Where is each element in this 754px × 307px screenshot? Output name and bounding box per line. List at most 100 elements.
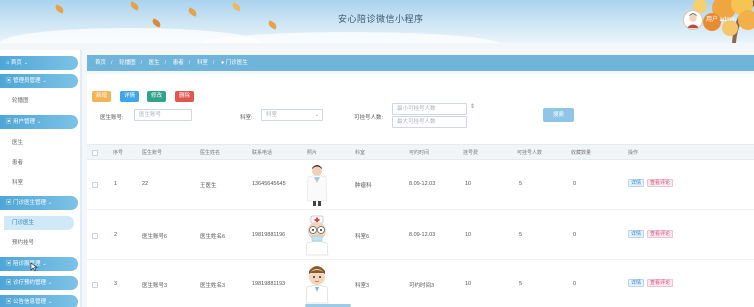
row-review-button[interactable]: 查看评论 — [647, 179, 674, 187]
doctor-photo — [305, 266, 329, 304]
column-header[interactable]: 收藏数量 — [571, 145, 591, 161]
detail-button[interactable]: 详情 — [120, 91, 139, 102]
cell-phone: 19819881196 — [252, 232, 286, 238]
breadcrumb: 首页 / 轮播图 / 医生 / 患者 / 科室 / ● 门诊医生 — [87, 55, 754, 71]
cloud-decoration — [200, 32, 500, 43]
row-checkbox[interactable] — [92, 282, 98, 288]
cell-doctor-no: 医生账号6 — [142, 234, 168, 240]
table-row[interactable]: 2 医生账号6 医生姓名6 19819881196 科室6 8.09-12.03… — [87, 210, 754, 260]
table-header: 序号 医生账号 医生姓名 联系电话 照片 科室 可约时间 挂号费 可挂号人数 收… — [87, 144, 754, 160]
row-detail-button[interactable]: 详情 — [628, 179, 645, 187]
row-checkbox[interactable] — [92, 182, 98, 188]
row-review-button[interactable]: 查看评论 — [647, 230, 674, 238]
leaf-decoration — [129, 1, 140, 11]
chevron-down-icon: ⌄ — [48, 200, 53, 206]
chevron-down-icon: ⌄ — [48, 280, 53, 286]
chevron-down-icon: ⌄ — [42, 78, 47, 84]
department-select[interactable]: 科室 ⌄ — [261, 109, 323, 121]
cell-quota: 5 — [519, 232, 523, 238]
cell-phone: 13645645645 — [252, 181, 286, 187]
escort-icon: ▣ — [6, 261, 14, 267]
breadcrumb-item[interactable]: 轮播图 — [119, 60, 136, 66]
admin-icon: ▣ — [6, 78, 14, 84]
sidebar-item-outpatient-mgmt[interactable]: ▣ 门诊医生管理 ⌄ — [0, 196, 78, 210]
table-row[interactable]: 3 医生账号3 医生姓名3 19819881193 科室3 可约时间3 10 5… — [87, 260, 754, 307]
quota-min-input[interactable]: 最小可挂号人数 — [392, 103, 467, 115]
row-detail-button[interactable]: 详情 — [628, 230, 645, 238]
row-detail-button[interactable]: 详情 — [628, 279, 645, 287]
sidebar: ⌂ 首页 ⌄ ▣ 管理员管理 ⌄ 轮播图 ▣ 用户管理 ⌄ 医生 患者 科室 ▣ 门诊… — [0, 50, 82, 307]
breadcrumb-current[interactable]: ● 门诊医生 — [221, 60, 253, 66]
mouse-cursor-icon — [30, 262, 38, 272]
doctor-photo — [305, 215, 329, 256]
user-avatar[interactable] — [683, 10, 703, 30]
cell-doctor-no: 22 — [142, 181, 149, 187]
leaf-decoration — [187, 7, 198, 17]
column-header[interactable]: 可挂号人数 — [517, 145, 542, 161]
treatment-icon: ▣ — [6, 280, 14, 286]
leaf-decoration — [151, 18, 162, 28]
cell-fee: 10 — [465, 232, 472, 238]
column-header[interactable]: 序号 — [113, 145, 123, 161]
sidebar-divider — [80, 50, 82, 307]
notice-icon: ▣ — [6, 299, 14, 305]
quota-max-input[interactable]: 最大可挂号人数 — [392, 116, 467, 128]
cell-favorites: 0 — [573, 281, 577, 287]
sidebar-item-carousel[interactable]: 轮播图 — [12, 95, 29, 107]
chevron-down-icon: ⌄ — [23, 60, 29, 66]
cell-fee: 10 — [465, 281, 472, 287]
search-button[interactable]: 搜索 — [543, 108, 574, 122]
quota-label: 可挂号人数: — [354, 115, 384, 121]
doctor-photo — [306, 165, 328, 206]
breadcrumb-item[interactable]: 首页 — [95, 60, 106, 66]
sidebar-item-appointment[interactable]: 预约挂号 — [12, 237, 34, 249]
sidebar-item-patient[interactable]: 患者 — [12, 157, 23, 169]
avatar-icon — [686, 13, 700, 29]
row-review-button[interactable]: 查看评论 — [647, 279, 674, 287]
leaf-decoration — [267, 20, 278, 30]
column-header[interactable]: 医生姓名 — [200, 145, 220, 161]
cell-quota: 5 — [519, 181, 523, 187]
column-header[interactable]: 科室 — [355, 145, 365, 161]
sidebar-item-notice-mgmt[interactable]: ▣ 公告信息管理 ⌄ — [0, 295, 78, 307]
app-header: 安心陪诊微信小程序 用户 admin — [0, 0, 754, 43]
chevron-down-icon: ⌄ — [314, 112, 319, 118]
cell-name: 医生姓名3 — [200, 283, 226, 289]
cell-time: 8.09-12.03 — [409, 232, 436, 238]
sidebar-item-home[interactable]: ⌂ 首页 ⌄ — [0, 56, 78, 70]
cell-department: 科室6 — [355, 234, 370, 240]
sidebar-item-users[interactable]: ▣ 用户管理 ⌄ — [0, 115, 78, 129]
leaf-decoration — [54, 4, 65, 14]
leaf-decoration — [231, 2, 242, 12]
chevron-down-icon: ⌄ — [42, 261, 47, 267]
column-header[interactable]: 挂号费 — [463, 145, 478, 161]
breadcrumb-item[interactable]: 科室 — [197, 60, 208, 66]
sidebar-item-admin[interactable]: ▣ 管理员管理 ⌄ — [0, 74, 78, 88]
sidebar-item-outpatient-doctor[interactable]: 门诊医生 — [4, 216, 74, 230]
select-all-checkbox[interactable] — [92, 150, 98, 156]
breadcrumb-item[interactable]: 医生 — [149, 60, 160, 66]
row-checkbox[interactable] — [92, 233, 98, 239]
breadcrumb-item[interactable]: 患者 — [173, 60, 184, 66]
cell-name: 医生姓名6 — [200, 234, 226, 240]
table-row[interactable]: 1 22 王医生 13645645645 肿瘤科 8.09-12.03 10 5… — [87, 160, 754, 210]
add-button[interactable]: 新增 — [92, 91, 111, 102]
cell-favorites: 0 — [573, 232, 577, 238]
user-name[interactable]: 用户 admin — [706, 14, 736, 23]
sidebar-item-treatment-mgmt[interactable]: ▣ 诊疗预约管理 ⌄ — [0, 276, 78, 290]
edit-button[interactable]: 修改 — [147, 91, 166, 102]
sidebar-item-department[interactable]: 科室 — [12, 177, 23, 189]
stepper-icon[interactable]: ⇕ — [470, 103, 475, 110]
sidebar-item-doctor[interactable]: 医生 — [12, 137, 23, 149]
cell-quota: 5 — [519, 281, 523, 287]
chevron-down-icon: ⌄ — [48, 299, 53, 305]
doctor-no-input[interactable]: 医生账号 — [134, 109, 192, 121]
delete-button[interactable]: 删除 — [175, 91, 194, 102]
sidebar-item-escort-mgmt[interactable]: ▣ 陪诊服管理 ⌄ — [0, 257, 78, 271]
column-header[interactable]: 可约时间 — [409, 145, 429, 161]
column-header[interactable]: 联系电话 — [252, 145, 272, 161]
chevron-down-icon: ⌄ — [37, 119, 42, 125]
column-header[interactable]: 医生账号 — [142, 145, 162, 161]
cell-time: 可约时间3 — [409, 283, 435, 289]
column-header: 操作 — [628, 150, 639, 156]
